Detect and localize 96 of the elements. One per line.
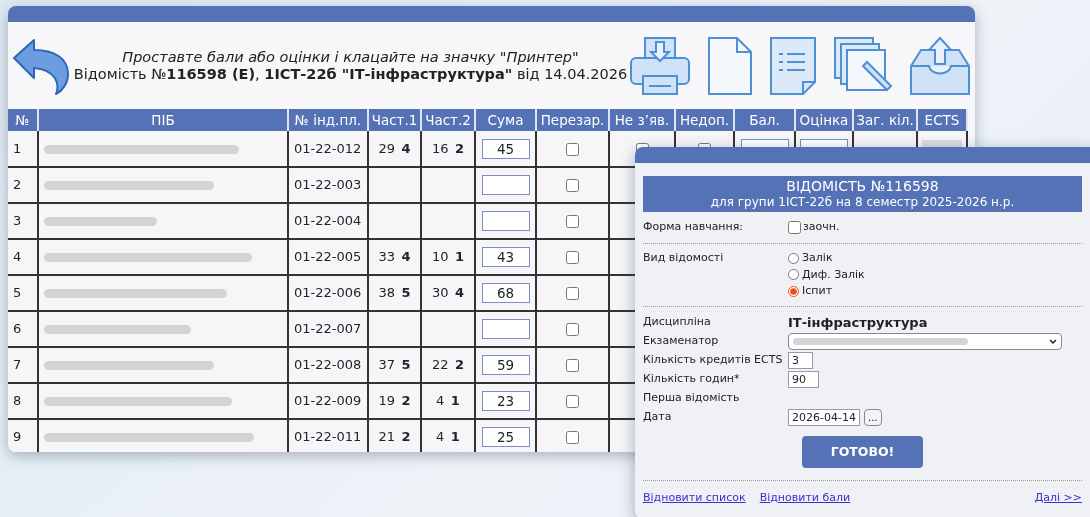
sum-input[interactable]: 43 bbox=[481, 247, 530, 268]
date-input[interactable]: 2026-04-14 bbox=[788, 409, 860, 426]
radio-button[interactable] bbox=[788, 285, 799, 297]
table-cell: 01-22-003 bbox=[288, 167, 368, 203]
link[interactable]: Відновити бали bbox=[759, 490, 851, 507]
field-label: Дисципліна bbox=[643, 314, 712, 330]
table-cell: 4 bbox=[8, 239, 38, 275]
radio-option[interactable]: Диф. Залік bbox=[788, 266, 865, 283]
dialog-heading: ВІДОМІСТЬ №116598 bbox=[785, 178, 940, 194]
checkbox[interactable] bbox=[566, 179, 579, 193]
score-cell: 4 1 bbox=[421, 383, 475, 419]
checkbox[interactable] bbox=[566, 215, 579, 229]
table-cell: 01-22-011 bbox=[288, 419, 368, 452]
column-header: Недоп. bbox=[675, 109, 734, 131]
table-cell: 2 bbox=[8, 167, 38, 203]
upload-tray-icon[interactable] bbox=[909, 35, 971, 96]
score-cell: 30 4 bbox=[421, 275, 475, 311]
column-header: Сума bbox=[475, 109, 536, 131]
radio-option[interactable]: Іспит bbox=[788, 283, 865, 300]
table-cell: 9 bbox=[8, 419, 38, 452]
score-cell: 22 2 bbox=[421, 347, 475, 383]
table-cell: 01-22-012 bbox=[288, 131, 368, 167]
field-label: Перша відомість bbox=[643, 390, 741, 407]
field-label: Вид відомості bbox=[643, 250, 725, 266]
score-cell: 4 1 bbox=[421, 419, 475, 452]
discipline-value: ІТ-інфраструктура bbox=[788, 313, 928, 332]
column-header: № bbox=[8, 109, 38, 131]
column-header: Не з’яв. bbox=[609, 109, 675, 131]
checkbox[interactable] bbox=[566, 287, 579, 301]
table-cell: 01-22-005 bbox=[288, 239, 368, 275]
dialog-subheading: для групи 1ІСТ-22б на 8 семестр 2025-2026 н.р. bbox=[709, 194, 1016, 210]
column-header: ПІБ bbox=[38, 109, 288, 131]
sum-input[interactable]: 25 bbox=[481, 427, 530, 448]
table-cell: 01-22-006 bbox=[288, 275, 368, 311]
radio-button[interactable] bbox=[788, 252, 799, 264]
column-header: Оцінка bbox=[795, 109, 853, 131]
sum-input[interactable]: 45 bbox=[481, 138, 530, 159]
link[interactable]: Відновити список bbox=[643, 490, 746, 507]
credits-input[interactable]: 3 bbox=[788, 352, 813, 369]
next-link[interactable]: Далі >> bbox=[1034, 490, 1082, 507]
table-cell: 3 bbox=[8, 203, 38, 239]
checkbox[interactable] bbox=[566, 359, 579, 373]
date-picker-button[interactable]: ... bbox=[864, 409, 882, 426]
column-header: № інд.пл. bbox=[288, 109, 368, 131]
table-cell: 01-22-007 bbox=[288, 311, 368, 347]
column-header: ECTS bbox=[917, 109, 967, 131]
sheet-title: Відомість №116598 (Е), 1ІСТ-22б "ІТ-інфраструктура" від 14.04.2026 bbox=[72, 65, 629, 83]
caret-icon bbox=[1049, 338, 1057, 345]
radio-option[interactable]: Залік bbox=[788, 250, 865, 267]
field-label: Кількість годин* bbox=[643, 371, 741, 388]
score-cell: 10 1 bbox=[421, 239, 475, 275]
checkbox-option[interactable]: заочн. bbox=[788, 219, 840, 236]
score-cell: 33 4 bbox=[368, 239, 421, 275]
checkbox[interactable] bbox=[566, 323, 579, 337]
sum-input[interactable]: 23 bbox=[481, 391, 530, 412]
sum-input[interactable] bbox=[481, 175, 530, 196]
table-cell: 01-22-009 bbox=[288, 383, 368, 419]
table-cell: 01-22-008 bbox=[288, 347, 368, 383]
instruction-text: Проставте бали або оцінки і клацайте на значку "Принтер" bbox=[121, 48, 580, 66]
field-label: Екзаменатор bbox=[643, 333, 720, 350]
checkbox[interactable] bbox=[566, 251, 579, 265]
hours-input[interactable]: 90 bbox=[788, 371, 819, 388]
sum-input[interactable] bbox=[481, 319, 530, 340]
table-cell: 5 bbox=[8, 275, 38, 311]
score-cell: 16 2 bbox=[421, 131, 475, 167]
column-header: Част.1 bbox=[368, 109, 421, 131]
sum-input[interactable]: 59 bbox=[481, 355, 530, 376]
document-icon[interactable] bbox=[707, 35, 753, 96]
column-header: Перезар. bbox=[536, 109, 609, 131]
checkbox[interactable] bbox=[788, 221, 801, 234]
radio-button[interactable] bbox=[788, 269, 799, 281]
checkbox[interactable] bbox=[566, 395, 579, 409]
score-cell: 21 2 bbox=[368, 419, 421, 452]
sum-input[interactable] bbox=[481, 211, 530, 232]
table-cell: 8 bbox=[8, 383, 38, 419]
sum-input[interactable]: 68 bbox=[481, 283, 530, 304]
submit-button[interactable]: ГОТОВО! bbox=[802, 436, 923, 468]
list-document-icon[interactable] bbox=[769, 35, 817, 96]
column-header: Заг. кіл. bbox=[853, 109, 917, 131]
field-label: Форма навчання: bbox=[643, 219, 745, 236]
score-cell: 38 5 bbox=[368, 275, 421, 311]
printer-icon[interactable] bbox=[629, 35, 691, 96]
score-cell: 19 2 bbox=[368, 383, 421, 419]
table-cell: 6 bbox=[8, 311, 38, 347]
examiner-select[interactable] bbox=[788, 333, 1062, 350]
field-label: Кількість кредитів ECTS bbox=[643, 352, 784, 369]
score-cell: 29 4 bbox=[368, 131, 421, 167]
column-header: Част.2 bbox=[421, 109, 475, 131]
table-cell: 7 bbox=[8, 347, 38, 383]
checkbox[interactable] bbox=[566, 142, 579, 156]
field-label: Дата bbox=[643, 409, 673, 426]
column-header: Бал. bbox=[734, 109, 795, 131]
table-cell: 1 bbox=[8, 131, 38, 167]
checkbox[interactable] bbox=[566, 431, 579, 445]
score-cell: 37 5 bbox=[368, 347, 421, 383]
table-cell: 01-22-004 bbox=[288, 203, 368, 239]
